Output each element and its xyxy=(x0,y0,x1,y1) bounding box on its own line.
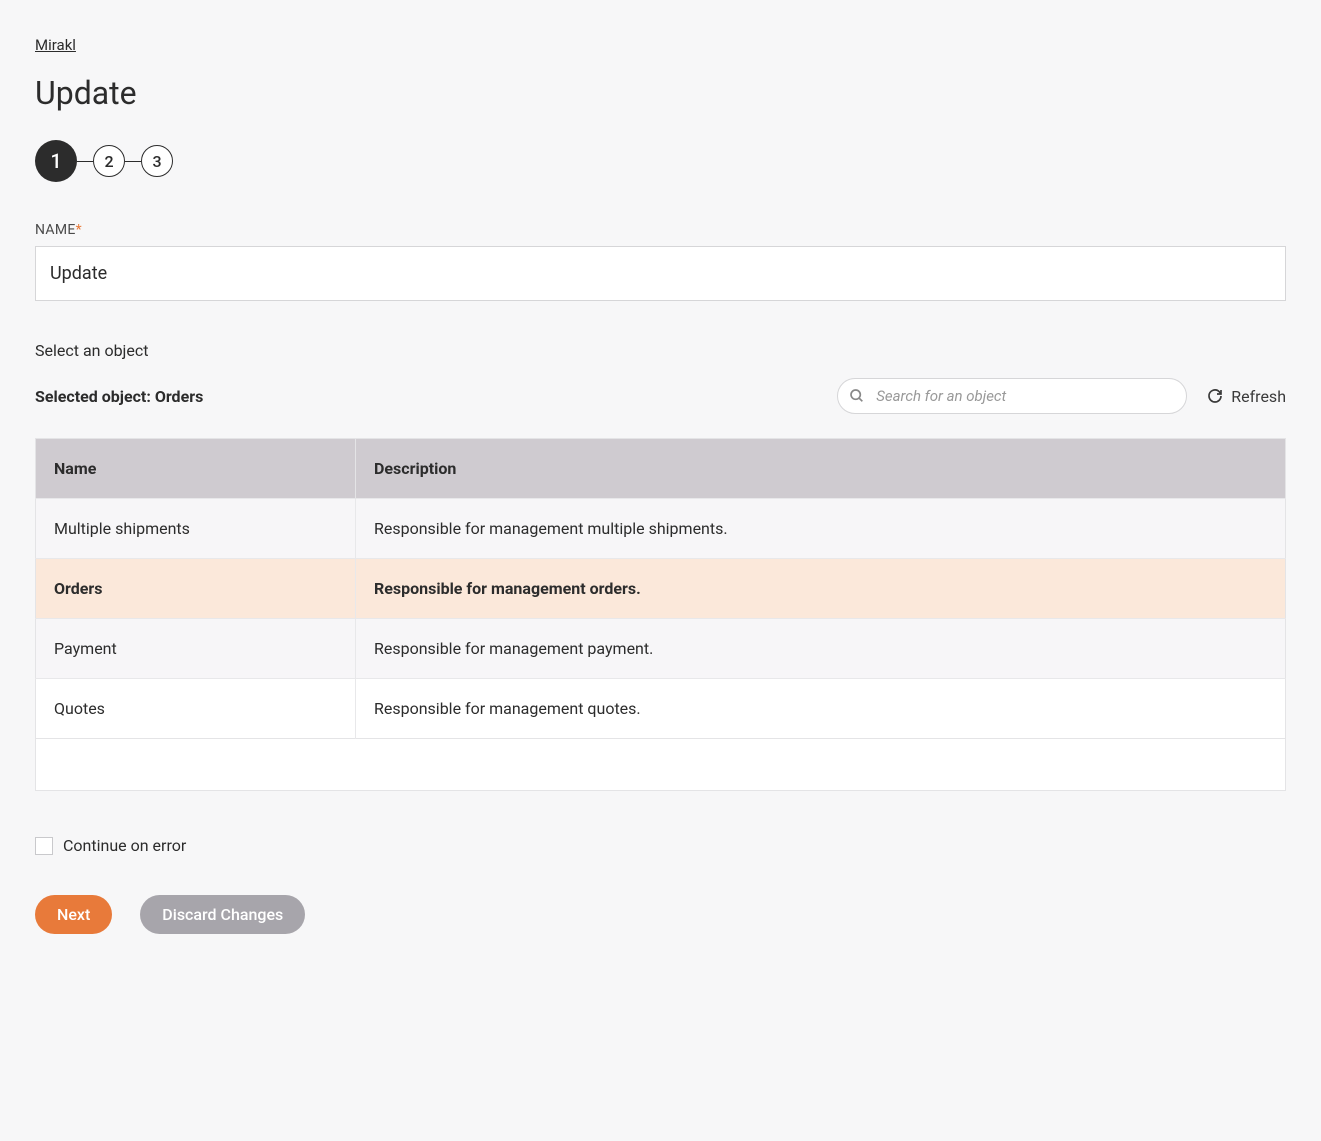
table-row[interactable]: PaymentResponsible for management paymen… xyxy=(36,619,1286,679)
continue-on-error-checkbox[interactable] xyxy=(35,837,53,855)
table-footer xyxy=(35,739,1286,791)
cell-description: Responsible for management multiple ship… xyxy=(356,499,1286,559)
cell-description: Responsible for management quotes. xyxy=(356,679,1286,739)
object-table: Name Description Multiple shipmentsRespo… xyxy=(35,438,1286,739)
refresh-icon xyxy=(1207,388,1223,404)
cell-name: Quotes xyxy=(36,679,356,739)
cell-name: Multiple shipments xyxy=(36,499,356,559)
search-icon xyxy=(849,388,865,404)
step-3[interactable]: 3 xyxy=(141,145,173,177)
col-header-name[interactable]: Name xyxy=(36,439,356,499)
required-star-icon: * xyxy=(76,222,82,238)
cell-name: Payment xyxy=(36,619,356,679)
cell-description: Responsible for management payment. xyxy=(356,619,1286,679)
cell-name: Orders xyxy=(36,559,356,619)
table-row[interactable]: OrdersResponsible for management orders. xyxy=(36,559,1286,619)
name-input[interactable] xyxy=(35,246,1286,301)
table-row[interactable]: Multiple shipmentsResponsible for manage… xyxy=(36,499,1286,559)
step-1[interactable]: 1 xyxy=(35,140,77,182)
stepper: 1 2 3 xyxy=(35,140,1286,182)
step-2[interactable]: 2 xyxy=(93,145,125,177)
select-object-heading: Select an object xyxy=(35,341,1286,360)
page-title: Update xyxy=(35,74,1286,112)
discard-button[interactable]: Discard Changes xyxy=(140,895,305,934)
search-input[interactable] xyxy=(837,378,1187,414)
cell-description: Responsible for management orders. xyxy=(356,559,1286,619)
table-row[interactable]: QuotesResponsible for management quotes. xyxy=(36,679,1286,739)
refresh-label: Refresh xyxy=(1231,387,1286,406)
breadcrumb-link[interactable]: Mirakl xyxy=(35,36,76,54)
step-connector xyxy=(77,161,93,162)
continue-on-error-label: Continue on error xyxy=(63,836,186,855)
step-connector xyxy=(125,161,141,162)
col-header-description[interactable]: Description xyxy=(356,439,1286,499)
selected-object-label: Selected object: Orders xyxy=(35,387,203,406)
refresh-button[interactable]: Refresh xyxy=(1207,387,1286,406)
next-button[interactable]: Next xyxy=(35,895,112,934)
name-field-label: NAME* xyxy=(35,222,1286,238)
